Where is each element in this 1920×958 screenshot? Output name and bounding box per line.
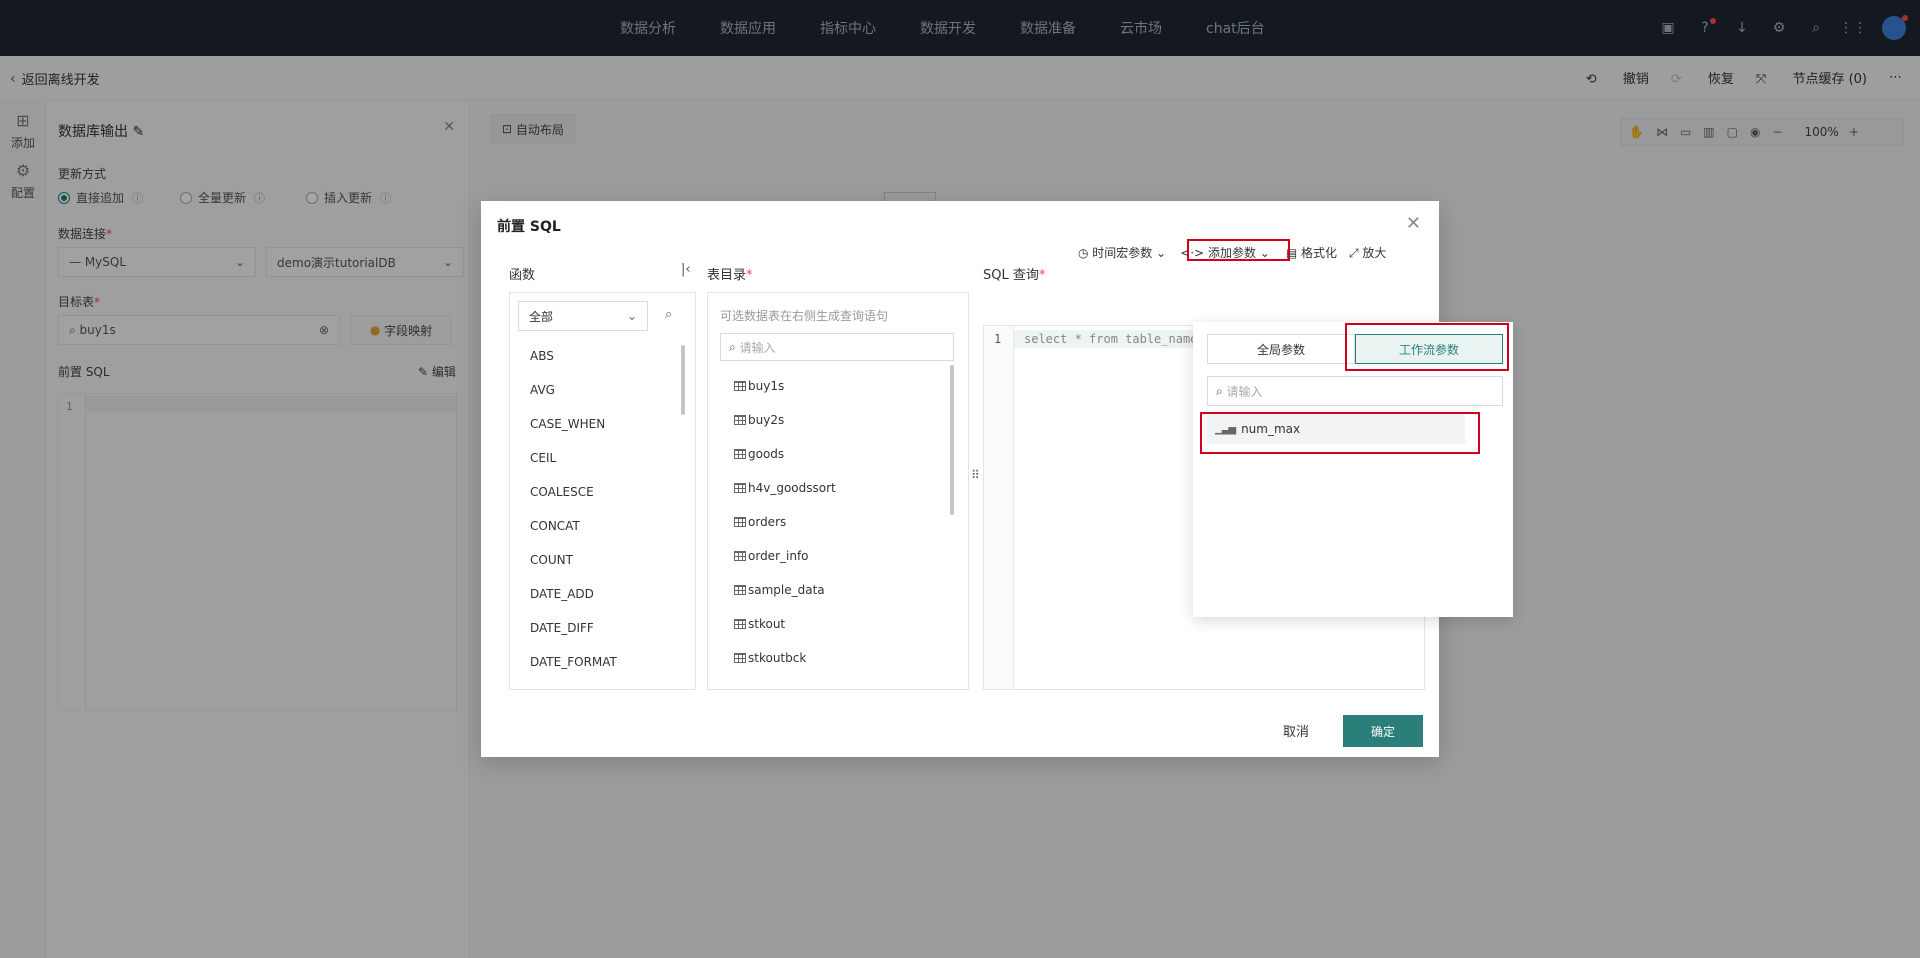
tab-global-params[interactable]: 全局参数: [1207, 334, 1355, 364]
functions-panel: 全部 ⌄ ⌕ ABS AVG CASE_WHEN CEIL COALESCE CO…: [509, 292, 696, 690]
sql-label: SQL 查询*: [983, 264, 1045, 283]
function-category-select[interactable]: 全部 ⌄: [518, 301, 648, 331]
function-item[interactable]: DATE_ADD: [530, 587, 617, 621]
required-mark: *: [1038, 268, 1046, 283]
enlarge-label: 放大: [1362, 246, 1387, 260]
table-icon: [734, 517, 746, 527]
time-macro-button[interactable]: ◷ 时间宏参数 ⌄: [1078, 244, 1166, 261]
modal-title: 前置 SQL: [497, 219, 561, 235]
table-icon: [734, 585, 746, 595]
table-item[interactable]: order_info: [734, 539, 836, 573]
function-item[interactable]: CASE_WHEN: [530, 417, 617, 451]
scrollbar[interactable]: [681, 345, 685, 415]
tables-search-input[interactable]: ⌕ 请输入: [720, 333, 954, 361]
search-icon: ⌕: [1216, 383, 1227, 398]
close-icon[interactable]: ✕: [1406, 213, 1421, 234]
table-name: stkout: [748, 617, 786, 631]
table-item[interactable]: stkout: [734, 607, 836, 641]
function-item[interactable]: COUNT: [530, 553, 617, 587]
table-icon: [734, 653, 746, 663]
table-name: h4v_goodssort: [748, 481, 836, 495]
table-icon: [734, 381, 746, 391]
table-icon: [734, 551, 746, 561]
table-item[interactable]: sample_data: [734, 573, 836, 607]
table-name: buy1s: [748, 379, 785, 393]
table-name: stkoutbck: [748, 651, 807, 665]
table-icon: [734, 415, 746, 425]
function-item[interactable]: ABS: [530, 349, 617, 383]
tables-hint: 可选数据表在右侧生成查询语句: [720, 309, 889, 323]
function-list: ABS AVG CASE_WHEN CEIL COALESCE CONCAT C…: [530, 349, 617, 689]
table-name: sample_data: [748, 583, 825, 597]
table-item[interactable]: stkoutbck: [734, 641, 836, 675]
time-macro-label: 时间宏参数: [1092, 246, 1153, 260]
param-search-input[interactable]: ⌕ 请输入: [1207, 376, 1503, 406]
add-param-highlight: [1187, 239, 1290, 261]
tables-panel: 可选数据表在右侧生成查询语句 ⌕ 请输入 buy1s buy2s goods h…: [707, 292, 969, 690]
table-icon: [734, 449, 746, 459]
table-icon: [734, 483, 746, 493]
drag-handle-icon[interactable]: ⠿: [971, 468, 980, 482]
sql-code: select * from table_name: [1024, 332, 1198, 346]
line-gutter: [984, 326, 1014, 689]
function-item[interactable]: AVG: [530, 383, 617, 417]
table-icon: [734, 619, 746, 629]
tables-label-text: 表目录: [707, 268, 747, 283]
function-item[interactable]: CEIL: [530, 451, 617, 485]
table-item[interactable]: buy2s: [734, 403, 836, 437]
table-item[interactable]: buy1s: [734, 369, 836, 403]
collapse-icon[interactable]: |‹: [681, 262, 691, 277]
table-name: order_info: [748, 549, 809, 563]
sql-label-text: SQL 查询: [983, 268, 1039, 283]
required-mark: *: [746, 268, 753, 283]
function-item[interactable]: CONCAT: [530, 519, 617, 553]
functions-label: 函数: [509, 268, 536, 283]
scrollbar[interactable]: [950, 365, 954, 515]
param-search-placeholder: 请输入: [1226, 384, 1263, 399]
cancel-button[interactable]: 取消: [1283, 721, 1309, 740]
search-icon: ⌕: [729, 339, 740, 354]
table-item[interactable]: goods: [734, 437, 836, 471]
function-item[interactable]: COALESCE: [530, 485, 617, 519]
function-item[interactable]: DATE_DIFF: [530, 621, 617, 655]
function-item[interactable]: DATE_FORMAT: [530, 655, 617, 689]
table-name: orders: [748, 515, 787, 529]
table-list: buy1s buy2s goods h4v_goodssort orders o…: [734, 369, 836, 675]
workflow-tab-highlight: [1345, 323, 1509, 371]
tables-label: 表目录*: [707, 264, 753, 283]
line-number: 1: [994, 332, 1002, 346]
table-name: goods: [748, 447, 785, 461]
param-item-highlight: [1200, 412, 1480, 454]
enlarge-button[interactable]: ⤢ 放大: [1349, 244, 1386, 261]
tables-search-placeholder: 请输入: [739, 340, 776, 355]
chevron-down-icon: ⌄: [626, 309, 637, 323]
search-icon[interactable]: ⌕: [665, 307, 672, 322]
format-label: 格式化: [1300, 246, 1337, 260]
table-name: buy2s: [748, 413, 785, 427]
table-item[interactable]: orders: [734, 505, 836, 539]
format-button[interactable]: ▤ 格式化: [1286, 244, 1337, 261]
table-item[interactable]: h4v_goodssort: [734, 471, 836, 505]
confirm-button[interactable]: 确定: [1343, 715, 1423, 747]
function-category-value: 全部: [529, 309, 554, 324]
